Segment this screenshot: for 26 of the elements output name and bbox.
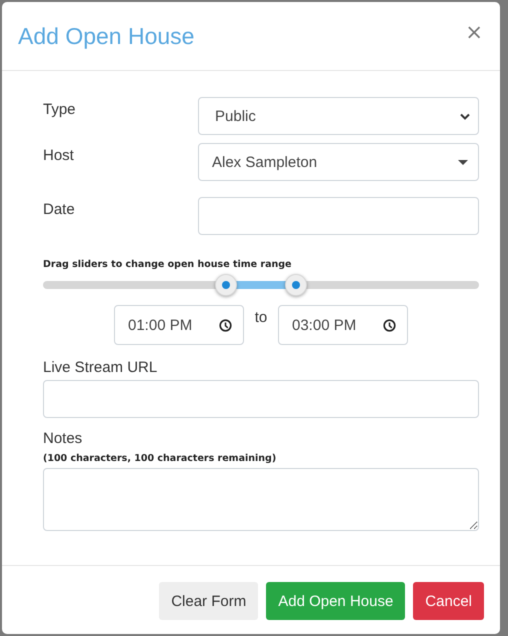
url-field[interactable] bbox=[43, 380, 479, 418]
clock-icon bbox=[219, 318, 232, 332]
slider-handle[interactable] bbox=[284, 274, 307, 296]
caret-icon bbox=[458, 160, 468, 164]
host-dropdown[interactable]: Alex Sampleton bbox=[198, 143, 479, 181]
notes-field[interactable] bbox=[43, 468, 479, 531]
field-label: Date bbox=[43, 200, 76, 218]
close-button[interactable]: × bbox=[465, 20, 483, 44]
field-label: Type bbox=[43, 100, 77, 118]
range-slider[interactable] bbox=[43, 274, 479, 296]
clock-icon bbox=[383, 318, 396, 332]
date-field[interactable] bbox=[198, 197, 479, 235]
cancel-button[interactable]: Cancel bbox=[413, 582, 484, 620]
range-separator: to bbox=[254, 308, 268, 326]
slider-handle[interactable] bbox=[215, 274, 238, 296]
slider-hint: Drag sliders to change open house time range bbox=[43, 259, 292, 270]
time-field[interactable]: 03:00 PM bbox=[278, 305, 408, 345]
clear-button[interactable]: Clear Form bbox=[159, 582, 258, 620]
character-count: (100 characters, 100 characters remaining) bbox=[43, 453, 278, 464]
field-label: Host bbox=[43, 146, 75, 164]
dialog-title: Add Open House bbox=[18, 22, 194, 50]
time-field[interactable]: 01:00 PM bbox=[114, 305, 244, 345]
chevron-icon bbox=[460, 112, 470, 120]
type-select[interactable]: Public bbox=[198, 97, 479, 135]
field-label: Notes bbox=[43, 430, 84, 447]
field-label: Live Stream URL bbox=[43, 359, 158, 376]
